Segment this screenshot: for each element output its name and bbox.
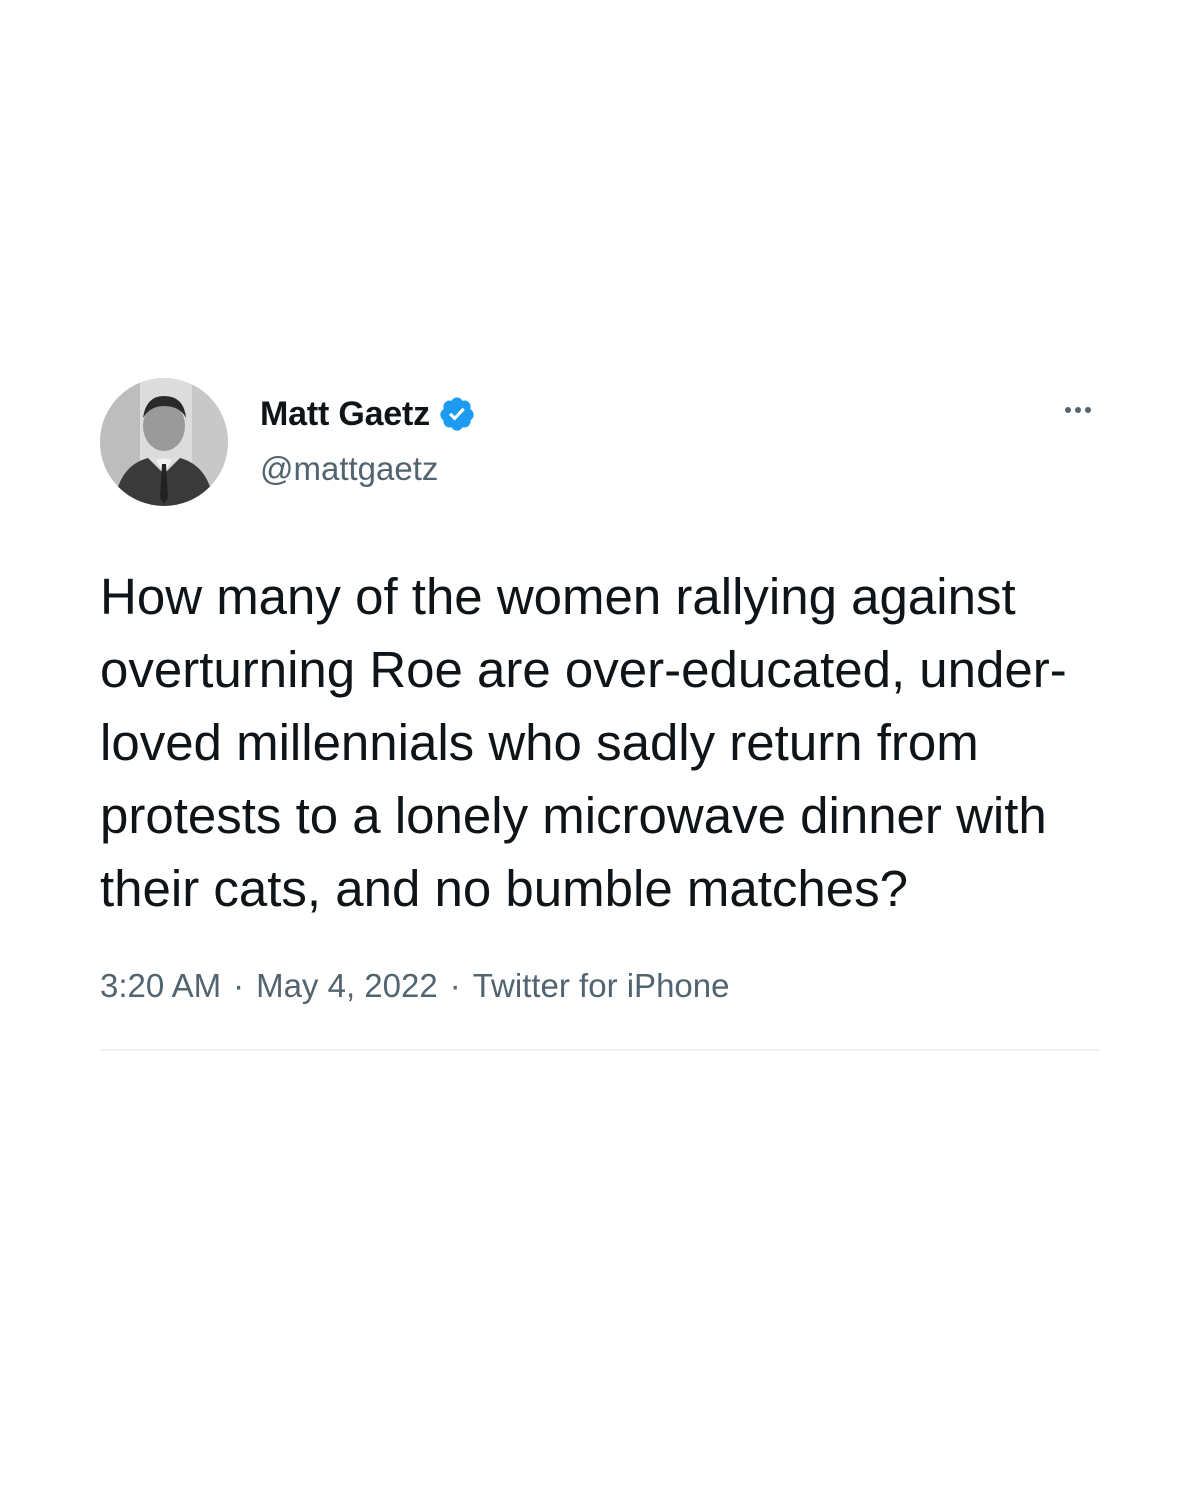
- tweet-date[interactable]: May 4, 2022: [256, 967, 438, 1005]
- avatar[interactable]: [100, 378, 228, 506]
- avatar-photo-icon: [100, 378, 228, 506]
- meta-separator: ·: [233, 967, 245, 1004]
- tweet-header: Matt Gaetz @mattgaetz: [100, 378, 1100, 508]
- user-handle[interactable]: @mattgaetz: [260, 450, 438, 488]
- more-options-icon[interactable]: [1056, 388, 1100, 432]
- divider: [100, 1049, 1100, 1051]
- tweet-time[interactable]: 3:20 AM: [100, 967, 221, 1005]
- meta-separator: ·: [449, 967, 461, 1004]
- tweet-text: How many of the women rallying against o…: [100, 568, 1067, 917]
- display-name[interactable]: Matt Gaetz: [260, 395, 430, 434]
- name-row: Matt Gaetz: [260, 394, 476, 434]
- verified-badge-icon: [438, 395, 476, 433]
- tweet-source[interactable]: Twitter for iPhone: [473, 967, 730, 1005]
- tweet-metadata: 3:20 AM · May 4, 2022 · Twitter for iPho…: [100, 967, 1100, 1005]
- tweet-card: Matt Gaetz @mattgaetz How many of the wo…: [100, 378, 1100, 1051]
